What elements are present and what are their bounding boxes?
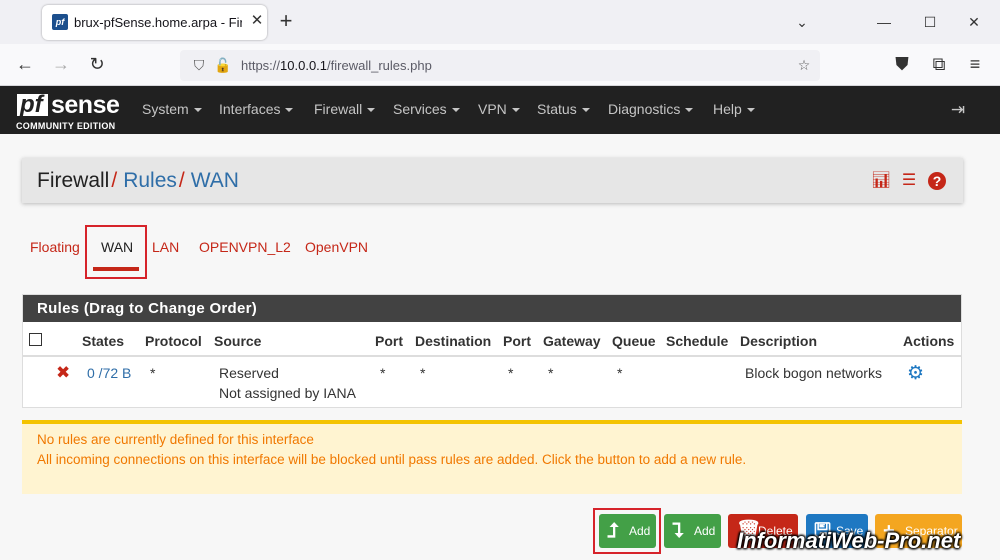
block-icon: ✖	[56, 363, 71, 382]
states-link[interactable]: 0 /72 B	[87, 365, 131, 381]
minimize-icon[interactable]: —	[874, 12, 894, 32]
tab-openvpn[interactable]: OpenVPN	[305, 239, 368, 255]
menu-firewall[interactable]: Firewall	[314, 101, 375, 117]
cell-queue: *	[617, 365, 623, 381]
add-bottom-button[interactable]: ⮧ Add	[664, 514, 721, 548]
col-source: Source	[214, 333, 262, 349]
watermark: InformatiWeb-Pro.net	[737, 528, 961, 553]
lock-icon[interactable]: 🔓	[214, 56, 232, 74]
maximize-icon[interactable]: ☐	[920, 12, 940, 32]
menu-system[interactable]: System	[142, 101, 202, 117]
menu-services[interactable]: Services	[393, 101, 460, 117]
col-port: Port	[375, 333, 403, 349]
select-all-checkbox[interactable]	[29, 333, 42, 346]
col-actions: Actions	[903, 333, 955, 349]
col-destination: Destination	[415, 333, 492, 349]
cell-src-port: *	[380, 365, 386, 381]
browser-tab[interactable]: pf brux-pfSense.home.arpa - Firewall: Ru…	[42, 5, 267, 40]
col-description: Description	[740, 333, 818, 349]
edition-label: COMMUNITY EDITION	[16, 121, 116, 131]
cell-description: Block bogon networks	[745, 365, 882, 381]
breadcrumb-wan[interactable]: WAN	[191, 169, 239, 192]
menu-help[interactable]: Help	[713, 101, 755, 117]
menu-status[interactable]: Status	[537, 101, 590, 117]
cell-dst-port: *	[508, 365, 514, 381]
pocket-icon[interactable]: ⛊	[891, 53, 913, 75]
tab-lan[interactable]: LAN	[152, 239, 179, 255]
wan-tab-highlight	[85, 225, 147, 279]
bar-chart-icon[interactable]: 📊︎	[871, 171, 891, 191]
panel-title: Rules (Drag to Change Order)	[37, 300, 258, 317]
pfsense-favicon-icon: pf	[52, 14, 68, 30]
help-icon[interactable]: ?	[928, 172, 946, 190]
pfsense-logo[interactable]: pf sense COMMUNITY EDITION	[16, 91, 127, 131]
url-text[interactable]: https://10.0.0.1/firewall_rules.php	[241, 58, 432, 73]
forward-icon[interactable]: →	[50, 53, 72, 75]
logout-icon[interactable]: ⇥	[948, 100, 968, 120]
col-gateway: Gateway	[543, 333, 601, 349]
cell-destination: *	[420, 365, 426, 381]
tab-list-chevron-icon[interactable]: ⌄	[792, 12, 812, 32]
pfsense-navbar: pf sense COMMUNITY EDITION System Interf…	[0, 86, 1000, 134]
col-states: States	[82, 333, 125, 349]
shield-icon[interactable]: ⛉	[190, 56, 208, 74]
alert-line-1: No rules are currently defined for this …	[37, 432, 314, 447]
breadcrumb: Firewall/Rules/WAN 📊︎ ☰ ?	[22, 158, 963, 203]
menu-vpn[interactable]: VPN	[478, 101, 520, 117]
reload-icon[interactable]: ↻	[86, 53, 108, 75]
back-icon[interactable]: ←	[14, 53, 36, 75]
cell-gateway: *	[548, 365, 554, 381]
panel-heading: Rules (Drag to Change Order)	[23, 295, 961, 322]
browser-toolbar: ← → ↻ ⛉ 🔓 https://10.0.0.1/firewall_rule…	[0, 44, 1000, 86]
header-divider	[23, 355, 961, 357]
menu-interfaces[interactable]: Interfaces	[219, 101, 293, 117]
col-protocol: Protocol	[145, 333, 202, 349]
rules-panel: Rules (Drag to Change Order) States Prot…	[22, 294, 962, 408]
cog-icon[interactable]: ⚙	[907, 362, 924, 385]
col-port-dst: Port	[503, 333, 531, 349]
list-icon[interactable]: ☰	[899, 171, 919, 191]
breadcrumb-rules[interactable]: Rules	[123, 169, 177, 192]
add-top-highlight	[593, 508, 661, 554]
address-bar[interactable]: ⛉ 🔓 https://10.0.0.1/firewall_rules.php …	[180, 50, 820, 81]
page-title: Firewall/Rules/WAN	[37, 169, 239, 192]
close-tab-icon[interactable]: ✕	[249, 13, 265, 29]
no-rules-alert: No rules are currently defined for this …	[22, 420, 962, 494]
col-schedule: Schedule	[666, 333, 729, 349]
arrow-down-icon: ⮧	[672, 520, 684, 542]
bookmark-star-icon[interactable]: ☆	[795, 56, 813, 74]
col-queue: Queue	[612, 333, 656, 349]
tab-floating[interactable]: Floating	[30, 239, 80, 255]
new-tab-icon[interactable]: +	[276, 10, 296, 32]
page-content: Firewall/Rules/WAN 📊︎ ☰ ? Floating WAN L…	[0, 134, 1000, 560]
tab-openvpn-l2[interactable]: OPENVPN_L2	[199, 239, 291, 255]
browser-tabstrip: pf brux-pfSense.home.arpa - Firewall: Ru…	[0, 0, 1000, 44]
cell-source: Reserved	[219, 365, 279, 381]
cell-source-detail: Not assigned by IANA	[219, 385, 356, 401]
tab-title: brux-pfSense.home.arpa - Firewall: Rules…	[74, 15, 242, 30]
menu-hamburger-icon[interactable]: ≡	[964, 53, 986, 75]
breadcrumb-firewall: Firewall	[37, 169, 110, 192]
cell-protocol: *	[150, 365, 156, 381]
extensions-icon[interactable]: ⧉	[928, 53, 950, 75]
menu-diagnostics[interactable]: Diagnostics	[608, 101, 693, 117]
alert-line-2: All incoming connections on this interfa…	[37, 452, 747, 467]
close-window-icon[interactable]: ✕	[964, 12, 984, 32]
